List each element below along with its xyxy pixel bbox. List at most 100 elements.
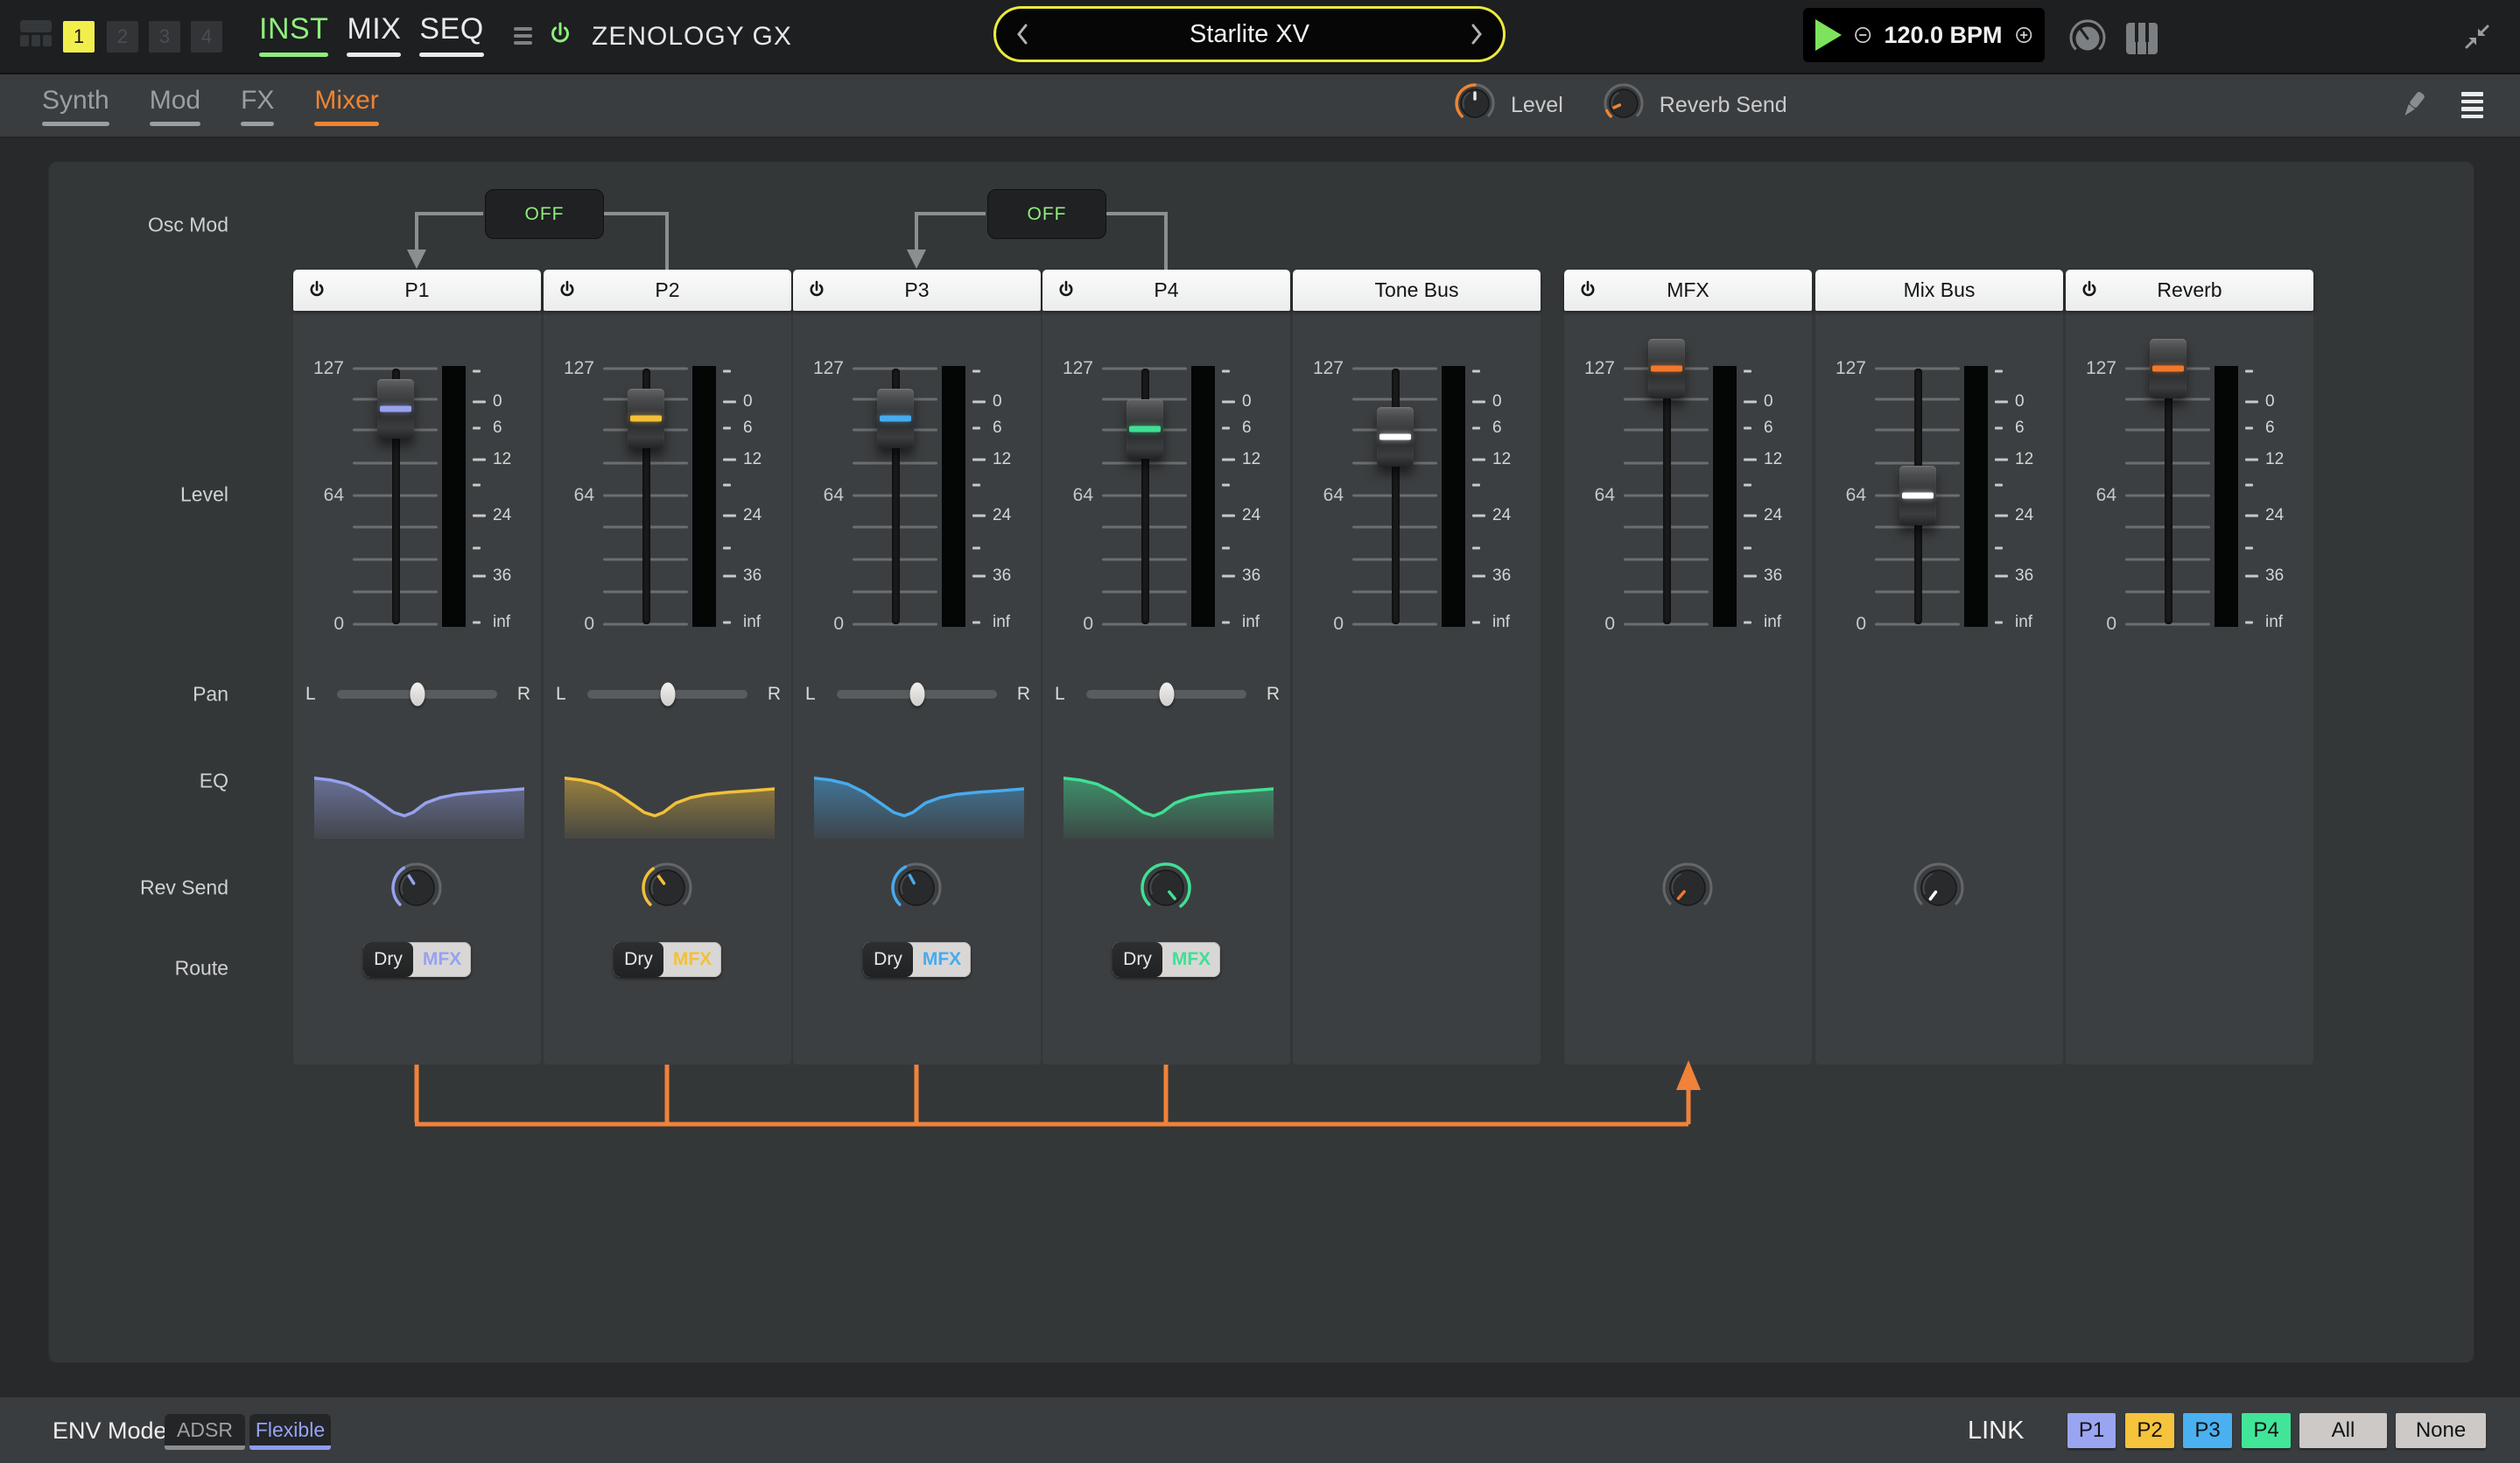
pan-thumb[interactable] bbox=[1159, 683, 1174, 707]
scene-slot-2[interactable]: 2 bbox=[107, 21, 138, 53]
pan-track[interactable] bbox=[337, 690, 497, 699]
db-tick-label: 24 bbox=[1764, 506, 1782, 525]
db-tick-label: 12 bbox=[493, 450, 511, 469]
db-tick-label: 36 bbox=[1242, 566, 1260, 586]
rev-send-knob[interactable] bbox=[887, 858, 946, 918]
db-tick bbox=[473, 370, 481, 373]
tab-mod[interactable]: Mod bbox=[143, 86, 207, 126]
tab-fx[interactable]: FX bbox=[234, 86, 281, 126]
route-toggle[interactable]: Dry MFX bbox=[363, 942, 471, 977]
route-mfx-button[interactable]: MFX bbox=[1162, 942, 1220, 977]
link-none-button[interactable]: None bbox=[2396, 1413, 2486, 1448]
preset-prev-icon[interactable] bbox=[996, 23, 1049, 46]
eq-display[interactable] bbox=[314, 771, 524, 839]
preset-next-icon[interactable] bbox=[1450, 23, 1503, 46]
route-dry-button[interactable]: Dry bbox=[1113, 942, 1162, 977]
pan-control[interactable]: L R bbox=[293, 675, 541, 714]
env-mode-flexible-button[interactable]: Flexible bbox=[249, 1414, 331, 1450]
route-mfx-button[interactable]: MFX bbox=[913, 942, 971, 977]
db-tick bbox=[1222, 427, 1230, 430]
level-fader[interactable]: 12764006122436inf bbox=[1815, 270, 2063, 1065]
route-toggle[interactable]: Dry MFX bbox=[1113, 942, 1220, 977]
tab-mixer[interactable]: Mixer bbox=[307, 86, 385, 126]
pan-track[interactable] bbox=[1086, 690, 1246, 699]
fader-cap[interactable] bbox=[877, 389, 914, 448]
tab-inst[interactable]: INST bbox=[259, 12, 328, 57]
route-toggle[interactable]: Dry MFX bbox=[614, 942, 721, 977]
pan-track[interactable] bbox=[837, 690, 997, 699]
fader-scale-value: 64 bbox=[1564, 485, 1615, 506]
db-tick bbox=[1222, 370, 1230, 373]
fader-cap[interactable] bbox=[1648, 339, 1685, 398]
rev-send-knob[interactable] bbox=[387, 858, 446, 918]
preset-name[interactable]: Starlite XV bbox=[1049, 20, 1450, 49]
row-label-osc-mod: Osc Mod bbox=[49, 214, 228, 237]
bpm-plus-icon[interactable] bbox=[2015, 22, 2032, 48]
bpm-minus-icon[interactable] bbox=[1854, 22, 1871, 48]
eq-display[interactable] bbox=[814, 771, 1024, 839]
knob-panel-icon[interactable] bbox=[2067, 18, 2108, 58]
fader-track[interactable] bbox=[2165, 369, 2173, 624]
rev-send-knob[interactable] bbox=[1136, 858, 1196, 918]
pan-control[interactable]: L R bbox=[1042, 675, 1290, 714]
layout-grid-icon[interactable] bbox=[20, 20, 52, 50]
pan-thumb[interactable] bbox=[410, 683, 425, 707]
scene-slot-1[interactable]: 1 bbox=[63, 21, 95, 53]
fader-cap[interactable] bbox=[628, 389, 664, 448]
db-tick bbox=[1995, 547, 2003, 550]
link-p2-button[interactable]: P2 bbox=[2125, 1413, 2174, 1448]
rev-send-knob[interactable] bbox=[1658, 858, 1717, 918]
route-toggle[interactable]: Dry MFX bbox=[863, 942, 971, 977]
preset-selector[interactable]: Starlite XV bbox=[993, 6, 1506, 62]
pan-control[interactable]: L R bbox=[793, 675, 1041, 714]
tab-mix[interactable]: MIX bbox=[347, 12, 401, 57]
scene-slot-3[interactable]: 3 bbox=[149, 21, 180, 53]
db-tick-label: inf bbox=[2015, 613, 2032, 632]
level-fader[interactable]: 12764006122436inf bbox=[2066, 270, 2313, 1065]
fader-track[interactable] bbox=[1663, 369, 1671, 624]
db-tick bbox=[1744, 575, 1757, 578]
reverb-send-macro-knob[interactable] bbox=[1600, 80, 1647, 131]
tab-seq[interactable]: SEQ bbox=[419, 12, 483, 57]
eq-display[interactable] bbox=[1063, 771, 1274, 839]
fader-cap[interactable] bbox=[1899, 466, 1936, 525]
fader-cap[interactable] bbox=[377, 379, 414, 439]
osc-mod-off-button-1[interactable]: OFF bbox=[485, 189, 604, 239]
play-icon[interactable] bbox=[1815, 19, 1842, 51]
link-all-button[interactable]: All bbox=[2299, 1413, 2387, 1448]
rev-send-knob[interactable] bbox=[637, 858, 697, 918]
link-p3-button[interactable]: P3 bbox=[2183, 1413, 2232, 1448]
bpm-value[interactable]: 120.0 BPM bbox=[1884, 22, 2002, 49]
osc-mod-off-button-2[interactable]: OFF bbox=[987, 189, 1106, 239]
fader-cap[interactable] bbox=[1127, 399, 1163, 459]
pan-track[interactable] bbox=[587, 690, 748, 699]
fader-scale-value: 0 bbox=[1815, 614, 1866, 635]
level-macro-knob[interactable] bbox=[1451, 80, 1499, 131]
route-dry-button[interactable]: Dry bbox=[863, 942, 913, 977]
tab-synth[interactable]: Synth bbox=[35, 86, 116, 126]
route-mfx-button[interactable]: MFX bbox=[413, 942, 471, 977]
pan-thumb[interactable] bbox=[909, 683, 924, 707]
scene-slot-4[interactable]: 4 bbox=[191, 21, 222, 53]
db-tick-label: 24 bbox=[1242, 506, 1260, 525]
fader-cap[interactable] bbox=[2150, 339, 2187, 398]
link-p4-button[interactable]: P4 bbox=[2242, 1413, 2291, 1448]
pan-thumb[interactable] bbox=[660, 683, 675, 707]
env-mode-adsr-button[interactable]: ADSR bbox=[165, 1414, 245, 1450]
pan-control[interactable]: L R bbox=[544, 675, 791, 714]
link-p1-button[interactable]: P1 bbox=[2067, 1413, 2116, 1448]
menu-icon[interactable] bbox=[514, 27, 532, 45]
power-icon[interactable] bbox=[548, 21, 572, 49]
level-fader[interactable]: 12764006122436inf bbox=[1564, 270, 1812, 1065]
route-mfx-button[interactable]: MFX bbox=[663, 942, 721, 977]
keyboard-icon[interactable] bbox=[2122, 18, 2162, 58]
route-dry-button[interactable]: Dry bbox=[614, 942, 663, 977]
edit-pencil-icon[interactable] bbox=[2397, 87, 2428, 125]
eq-display[interactable] bbox=[565, 771, 775, 839]
rev-send-knob[interactable] bbox=[1909, 858, 1969, 918]
level-fader[interactable]: 12764006122436inf bbox=[1293, 270, 1541, 1065]
route-dry-button[interactable]: Dry bbox=[363, 942, 413, 977]
fader-cap[interactable] bbox=[1377, 407, 1414, 467]
list-menu-icon[interactable] bbox=[2461, 92, 2483, 118]
collapse-icon[interactable] bbox=[2463, 23, 2491, 51]
